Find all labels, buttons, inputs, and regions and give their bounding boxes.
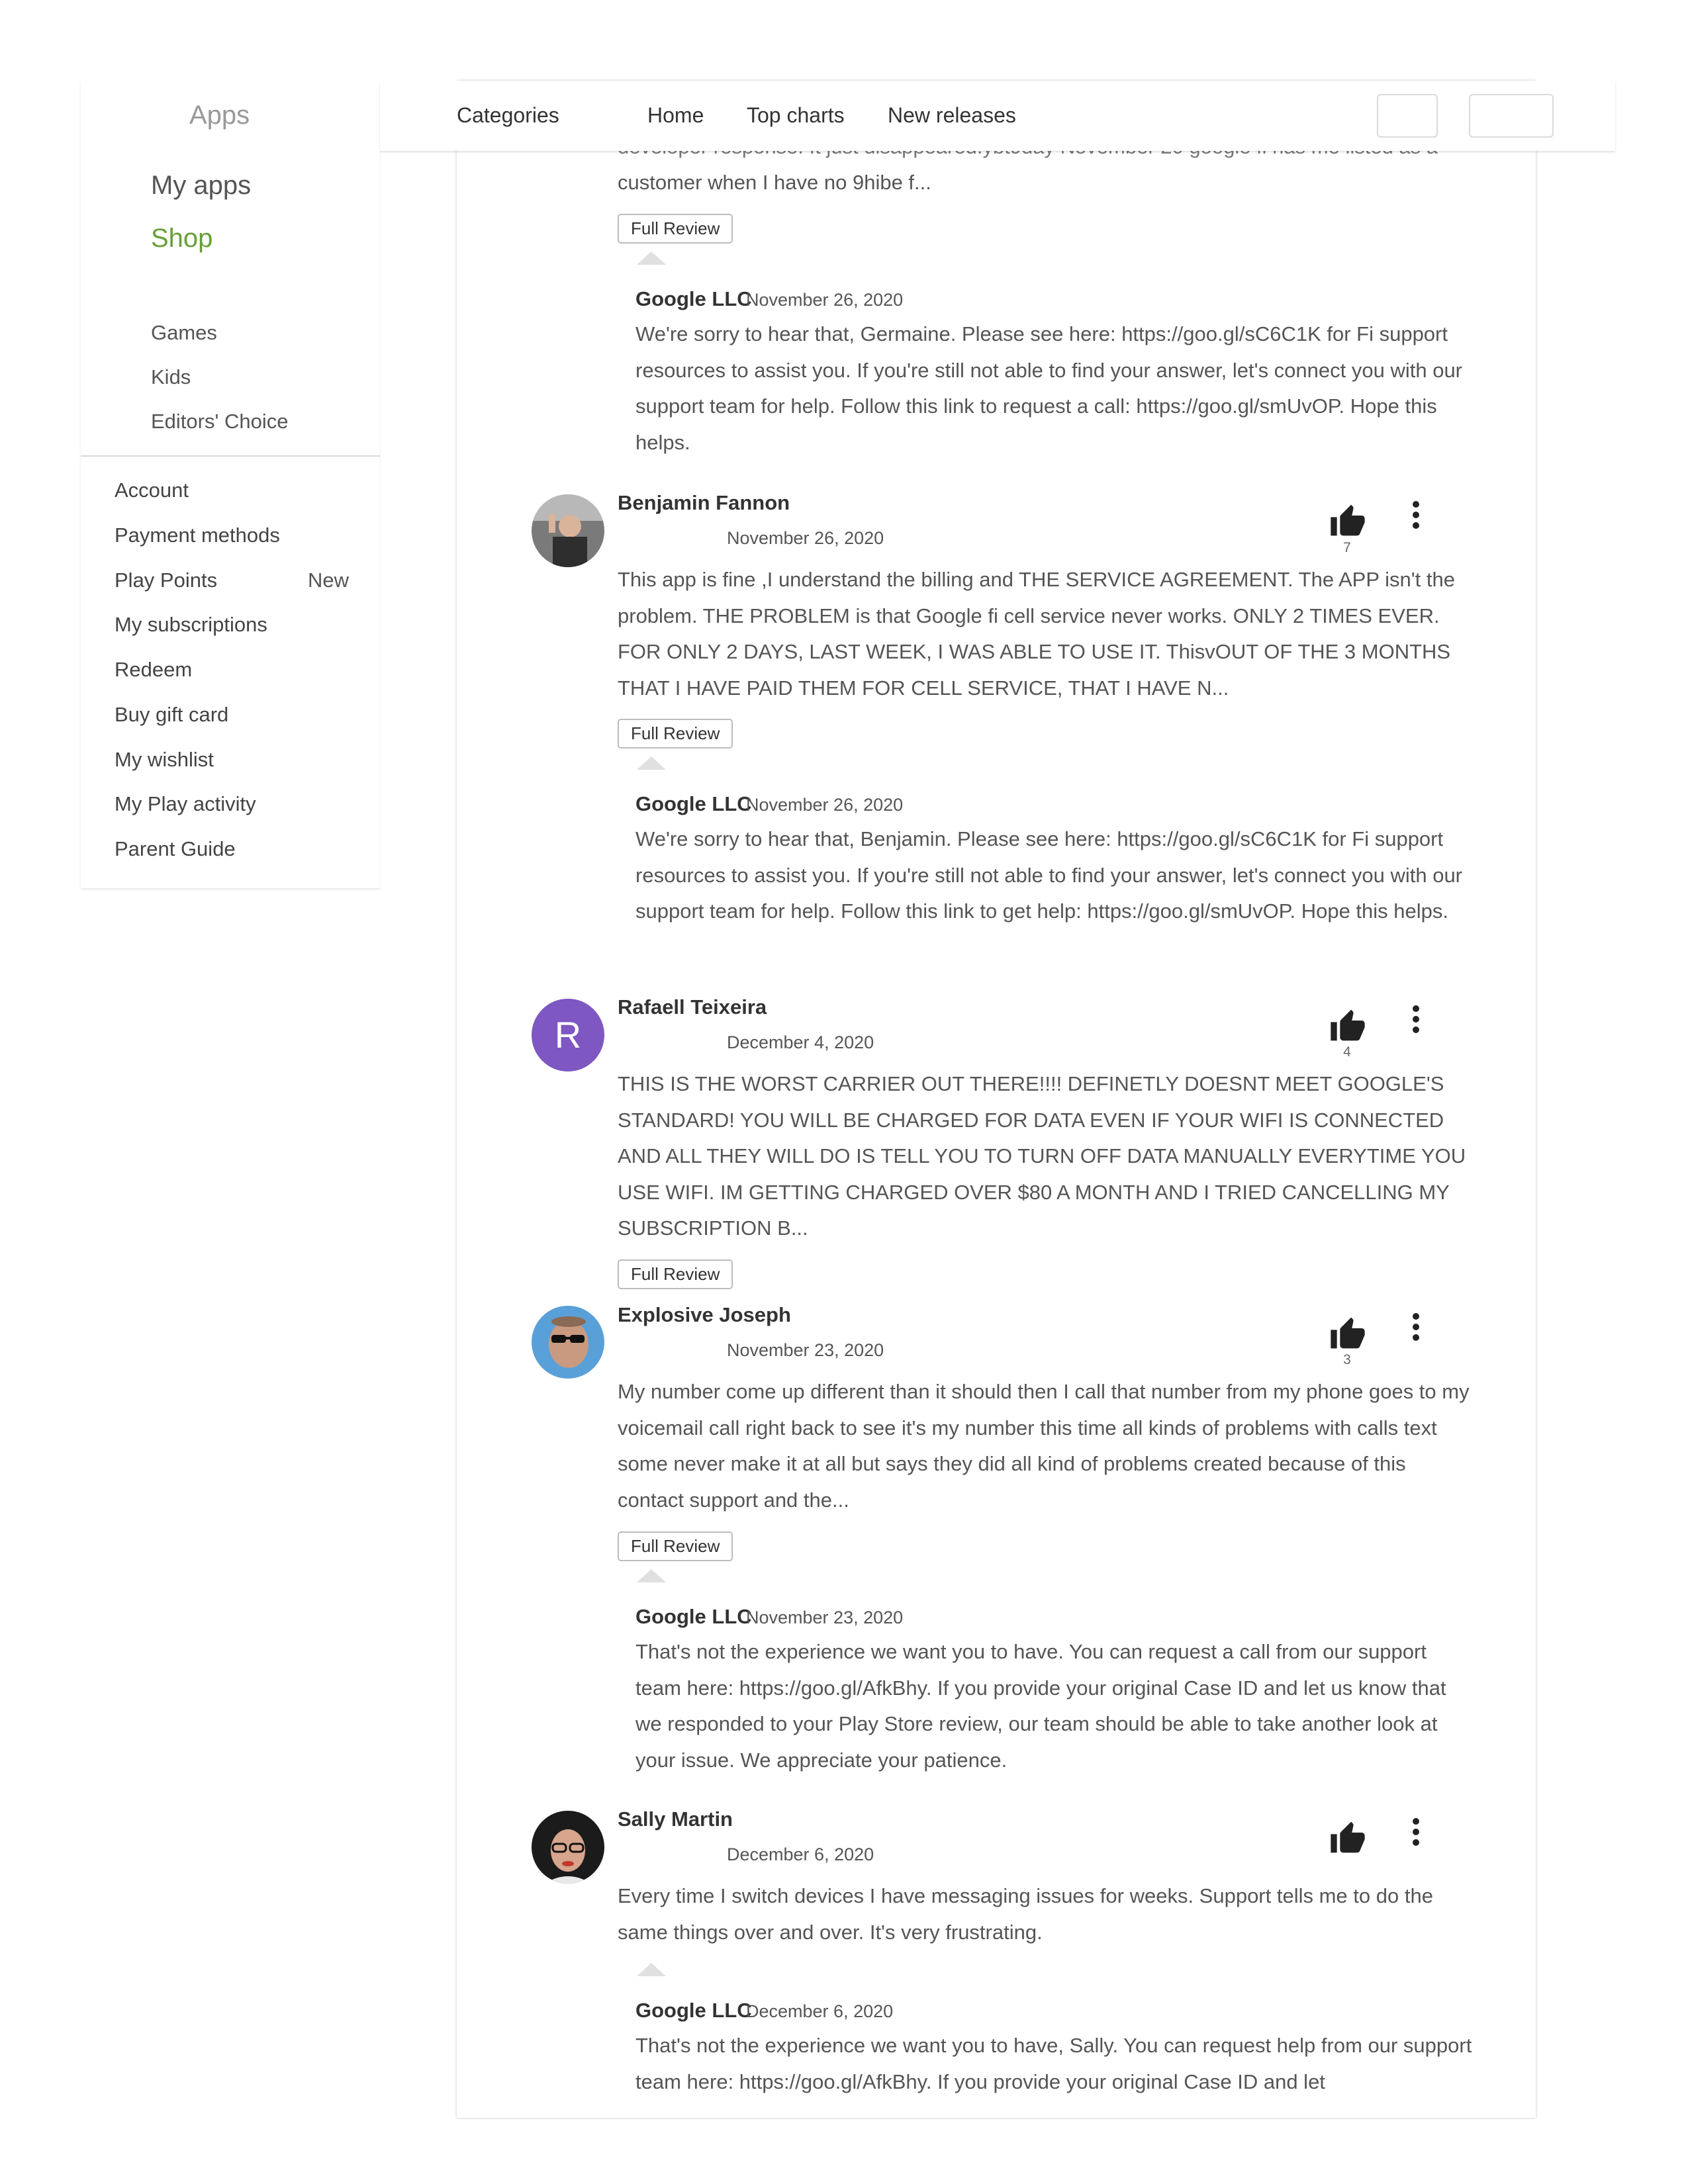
- reply-caret: [637, 1963, 666, 1976]
- more-options-icon[interactable]: [1409, 1311, 1423, 1343]
- review-text: Every time I switch devices I have messa…: [618, 1884, 1433, 1944]
- reply-date: December 6, 2020: [746, 2001, 894, 2021]
- review-text: This app is fine ,I understand the billi…: [618, 568, 1455, 700]
- sidebar-item-parent-guide[interactable]: Parent Guide: [115, 837, 236, 861]
- developer-reply-text: We're sorry to hear that, Benjamin. Plea…: [635, 827, 1463, 923]
- sidebar-item-play-points[interactable]: Play Points: [115, 569, 217, 592]
- sidebar-item-buy-gift-card[interactable]: Buy gift card: [115, 703, 228, 727]
- sidebar-item-my-play-activity[interactable]: My Play activity: [115, 792, 256, 816]
- nav-new-releases[interactable]: New releases: [888, 103, 1016, 128]
- avatar: [532, 1306, 604, 1379]
- thumbs-up-icon[interactable]: [1329, 1008, 1366, 1042]
- avatar: [532, 1811, 604, 1884]
- review-text: THIS IS THE WORST CARRIER OUT THERE!!!! …: [618, 1072, 1466, 1240]
- reviews-card: developer response. It just disappeared.…: [457, 81, 1536, 2118]
- review-text-partial-end: customer when I have no 9hibe f...: [618, 171, 931, 194]
- avatar-letter: R: [554, 1014, 582, 1056]
- review-date: December 4, 2020: [727, 1032, 874, 1052]
- nav-top-charts[interactable]: Top charts: [747, 103, 845, 128]
- developer-name: Google LLC: [635, 1999, 752, 2022]
- sidebar-item-my-subscriptions[interactable]: My subscriptions: [115, 613, 267, 637]
- nav-home[interactable]: Home: [647, 103, 704, 128]
- thumbs-up-icon[interactable]: [1329, 1820, 1366, 1854]
- sidebar-item-kids[interactable]: Kids: [151, 365, 191, 389]
- reply-caret: [637, 756, 666, 770]
- developer-name: Google LLC: [635, 792, 752, 815]
- sidebar-item-editors-choice[interactable]: Editors' Choice: [151, 410, 289, 433]
- developer-name: Google LLC: [635, 1605, 752, 1628]
- sidebar-divider: [81, 455, 380, 457]
- full-review-button[interactable]: Full Review: [618, 1531, 733, 1561]
- toolbar-button[interactable]: [1377, 94, 1438, 138]
- sidebar-item-payment-methods[interactable]: Payment methods: [115, 523, 280, 547]
- review-author: Explosive Joseph: [618, 1303, 791, 1326]
- sidebar-item-my-wishlist[interactable]: My wishlist: [115, 748, 214, 772]
- new-badge: New: [308, 569, 350, 592]
- sidebar-item-shop[interactable]: Shop: [151, 224, 212, 253]
- top-nav-bar: Categories Home Top charts New releases: [380, 81, 1615, 151]
- review-author: Rafaell Teixeira: [618, 995, 767, 1019]
- toolbar-button-wide[interactable]: [1469, 94, 1554, 138]
- reply-date: November 26, 2020: [746, 290, 904, 310]
- review-date: November 23, 2020: [727, 1340, 884, 1360]
- more-options-icon[interactable]: [1409, 499, 1423, 531]
- thumbs-up-icon[interactable]: [1329, 503, 1366, 537]
- avatar: R: [532, 999, 604, 1071]
- reply-date: November 26, 2020: [746, 795, 904, 815]
- review-author: Benjamin Fannon: [618, 491, 790, 514]
- full-review-button[interactable]: Full Review: [618, 719, 733, 749]
- sidebar-title: Apps: [189, 101, 250, 130]
- helpful-count: 4: [1343, 1044, 1351, 1060]
- review-date: December 6, 2020: [727, 1844, 874, 1864]
- full-review-button[interactable]: Full Review: [618, 214, 733, 244]
- helpful-count: 3: [1343, 1352, 1351, 1367]
- left-sidebar: Apps My apps Shop Games Kids Editors' Ch…: [81, 81, 380, 888]
- full-review-button[interactable]: Full Review: [618, 1259, 733, 1289]
- sidebar-item-account[interactable]: Account: [115, 478, 189, 502]
- more-options-icon[interactable]: [1409, 1003, 1423, 1035]
- nav-categories[interactable]: Categories: [457, 103, 559, 128]
- avatar: [532, 494, 604, 567]
- developer-reply-text: That's not the experience we want you to…: [635, 2034, 1472, 2093]
- reply-caret: [637, 251, 666, 265]
- more-options-icon[interactable]: [1409, 1816, 1423, 1848]
- review-author: Sally Martin: [618, 1807, 733, 1831]
- developer-reply-text: That's not the experience we want you to…: [635, 1640, 1446, 1772]
- sidebar-item-redeem[interactable]: Redeem: [115, 658, 192, 682]
- thumbs-up-icon[interactable]: [1329, 1316, 1366, 1350]
- review-date: November 26, 2020: [727, 528, 884, 548]
- reply-caret: [637, 1569, 666, 1582]
- developer-name: Google LLC: [635, 287, 752, 310]
- helpful-count: 7: [1343, 540, 1351, 555]
- sidebar-item-my-apps[interactable]: My apps: [151, 171, 251, 201]
- sidebar-item-games[interactable]: Games: [151, 321, 217, 345]
- developer-reply-text: We're sorry to hear that, Germaine. Plea…: [635, 322, 1463, 454]
- reply-date: November 23, 2020: [746, 1608, 904, 1627]
- review-text: My number come up different than it shou…: [618, 1380, 1470, 1512]
